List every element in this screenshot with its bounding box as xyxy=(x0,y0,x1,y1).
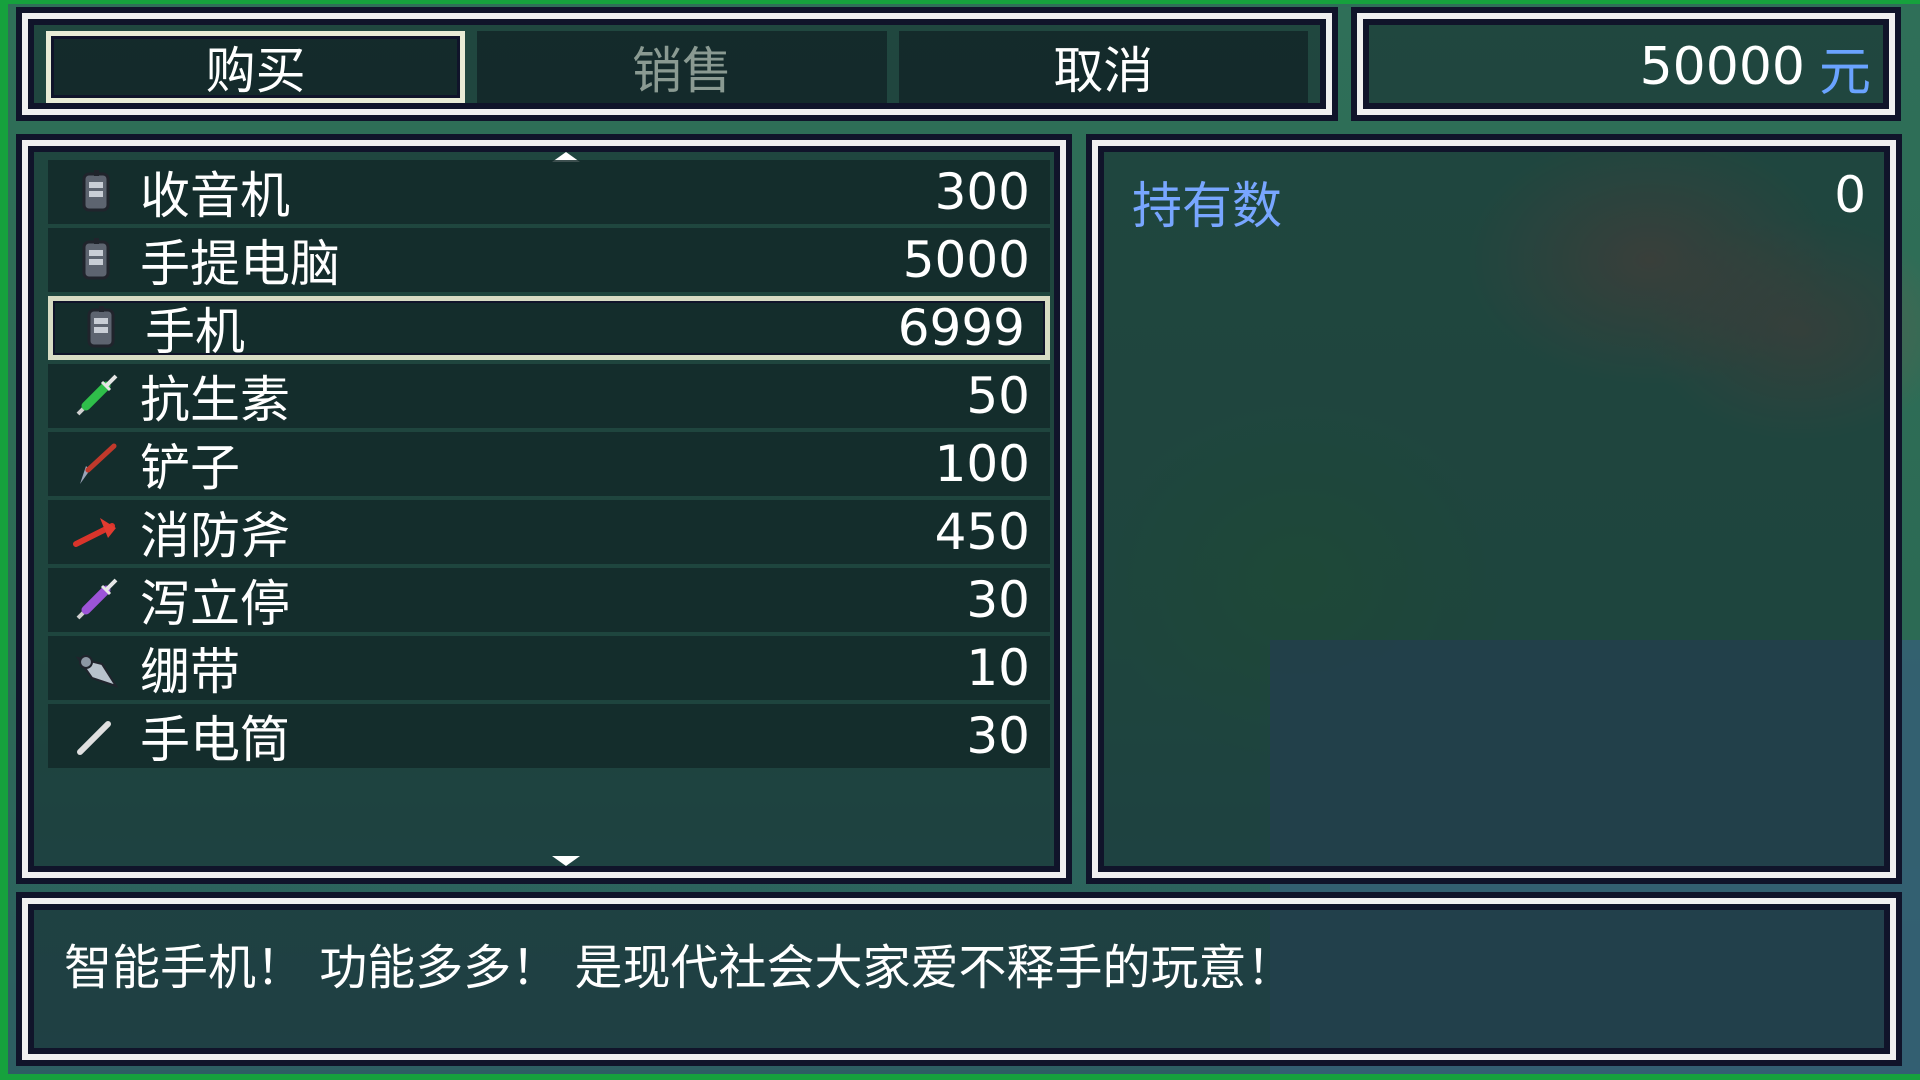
phone-icon xyxy=(68,164,124,220)
sell-command[interactable]: 销售 xyxy=(477,31,887,103)
item-price: 100 xyxy=(934,435,1030,493)
axe-icon xyxy=(68,504,124,560)
item-name: 抗生素 xyxy=(140,371,290,429)
buy-command[interactable]: 购买 xyxy=(46,31,466,103)
shop-item-row[interactable]: 手电筒 30 xyxy=(48,704,1050,769)
item-name: 收音机 xyxy=(140,167,290,225)
shovel-icon xyxy=(68,436,124,492)
item-price: 50 xyxy=(966,367,1030,425)
item-name: 泻立停 xyxy=(140,575,290,633)
shop-command-window: 购买 销售 取消 xyxy=(16,7,1338,121)
bandage-icon xyxy=(68,640,124,696)
item-description: 智能手机！ 功能多多！ 是现代社会大家爱不释手的玩意！ xyxy=(64,940,1295,996)
shop-item-row[interactable]: 收音机 300 xyxy=(48,160,1050,225)
shop-item-row[interactable]: 消防斧 450 xyxy=(48,500,1050,565)
shop-item-row[interactable]: 抗生素 50 xyxy=(48,364,1050,429)
item-name: 手提电脑 xyxy=(140,235,340,293)
flashlight-icon xyxy=(68,708,124,764)
screen-edge xyxy=(0,1074,1920,1080)
phone-icon xyxy=(68,232,124,288)
item-price: 30 xyxy=(966,707,1030,765)
item-list: 收音机 300 手提电脑 5000 手机 6999 抗生素 50 铲子 100 消防斧 450 泻立停 3… xyxy=(48,160,1052,862)
help-window: 智能手机！ 功能多多！ 是现代社会大家爱不释手的玩意！ xyxy=(16,892,1902,1066)
item-name: 消防斧 xyxy=(140,507,290,565)
currency-unit: 元 xyxy=(1818,42,1871,103)
phone-icon xyxy=(73,300,129,356)
shop-item-row[interactable]: 铲子 100 xyxy=(48,432,1050,497)
item-name: 手机 xyxy=(145,303,245,361)
possession-count: 0 xyxy=(1834,166,1866,224)
scroll-down-arrow-icon[interactable] xyxy=(552,856,580,866)
item-price: 5000 xyxy=(902,231,1030,289)
possession-label: 持有数 xyxy=(1132,177,1282,235)
shop-item-row[interactable]: 手提电脑 5000 xyxy=(48,228,1050,293)
item-price: 10 xyxy=(966,639,1030,697)
item-name: 手电筒 xyxy=(140,711,290,769)
item-price: 450 xyxy=(934,503,1030,561)
shop-item-list-window: 收音机 300 手提电脑 5000 手机 6999 抗生素 50 铲子 100 消防斧 450 泻立停 3… xyxy=(16,134,1072,884)
item-name: 铲子 xyxy=(140,439,240,497)
screen-edge xyxy=(0,0,8,1080)
item-name: 绷带 xyxy=(140,643,240,701)
gold-window: 50000 元 xyxy=(1351,7,1901,121)
screen-edge xyxy=(0,0,1920,4)
shop-status-window: 持有数 0 xyxy=(1086,134,1902,884)
shop-item-row[interactable]: 泻立停 30 xyxy=(48,568,1050,633)
syringe-green-icon xyxy=(68,368,124,424)
item-price: 300 xyxy=(934,163,1030,221)
gold-amount: 50000 xyxy=(1639,37,1805,97)
item-price: 30 xyxy=(966,571,1030,629)
cancel-command[interactable]: 取消 xyxy=(898,31,1308,103)
shop-item-row[interactable]: 绷带 10 xyxy=(48,636,1050,701)
syringe-purple-icon xyxy=(68,572,124,628)
item-price: 6999 xyxy=(897,299,1025,357)
shop-item-row[interactable]: 手机 6999 xyxy=(48,296,1050,361)
